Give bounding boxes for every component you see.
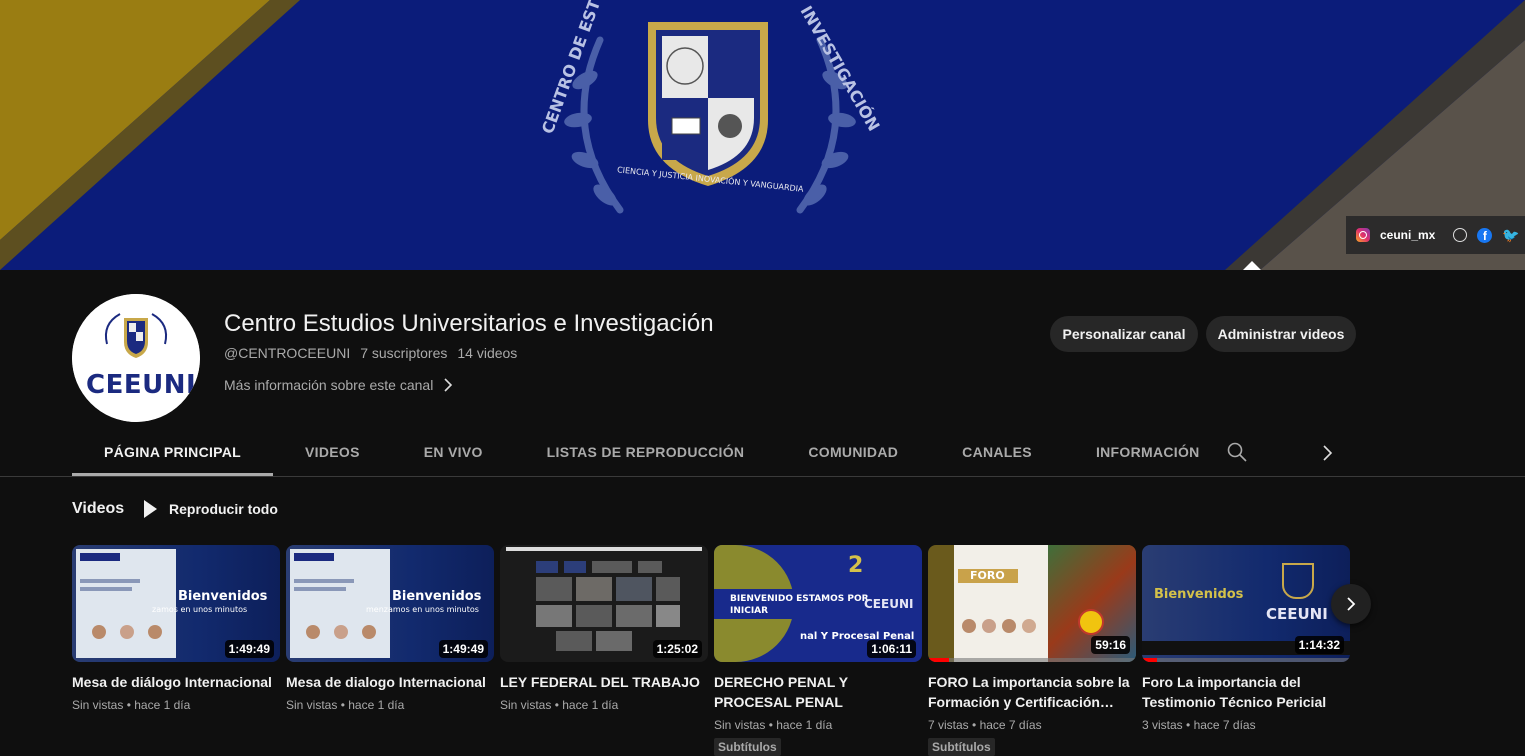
- play-all-label: Reproducir todo: [169, 501, 278, 517]
- video-title[interactable]: FORO La importancia sobre la Formación y…: [928, 672, 1136, 712]
- video-title[interactable]: Mesa de dialogo Internacional: [286, 672, 494, 692]
- thumbnail-text: BIENVENIDO ESTAMOS POR INICIAR: [730, 594, 869, 616]
- thumbnail-subtext: zamos en unos minutos: [152, 605, 248, 614]
- video-duration: 1:06:11: [867, 640, 916, 658]
- banner-art: CIENCIA Y JUSTICIA INOVACIÓN Y VANGUARDI…: [0, 0, 1525, 270]
- avatar-logo: [72, 294, 200, 422]
- video-title[interactable]: DERECHO PENAL Y PROCESAL PENAL: [714, 672, 922, 712]
- video-thumbnail[interactable]: BIENVENIDO ESTAMOS POR INICIAR nal Y Pro…: [714, 545, 922, 662]
- thumbnail-text: Bienvenidos: [392, 589, 482, 604]
- more-info-label: Más información sobre este canal: [224, 377, 434, 393]
- tab-about[interactable]: INFORMACIÓN: [1064, 430, 1232, 476]
- play-icon: [144, 500, 157, 518]
- subscriber-count: 7 suscriptores: [360, 345, 448, 361]
- video-duration: 1:49:49: [438, 640, 488, 658]
- video-age: hace 1 día: [348, 698, 405, 712]
- channel-title: Centro Estudios Universitarios e Investi…: [224, 310, 714, 337]
- video-thumbnail[interactable]: FORO 59:16: [928, 545, 1136, 662]
- video-age: hace 7 días: [1193, 718, 1256, 732]
- video-meta: Sin vistas • hace 1 día: [714, 718, 833, 732]
- video-meta: 3 vistas • hace 7 días: [1142, 718, 1256, 732]
- video-title[interactable]: LEY FEDERAL DEL TRABAJO: [500, 672, 708, 692]
- video-card[interactable]: Bienvenidos zamos en unos minutos 1:49:4…: [72, 545, 280, 712]
- channel-tabs: PÁGINA PRINCIPAL VIDEOS EN VIVO LISTAS D…: [72, 430, 1232, 476]
- video-card[interactable]: FORO 59:16 FORO La importancia sobre la …: [928, 545, 1136, 756]
- video-views: Sin vistas: [72, 698, 124, 712]
- video-meta: 7 vistas • hace 7 días: [928, 718, 1042, 732]
- play-all-button[interactable]: Reproducir todo: [144, 500, 278, 518]
- avatar-text: CEEUNI: [86, 370, 197, 400]
- tab-live[interactable]: EN VIVO: [392, 430, 515, 476]
- thumbnail-text: Bienvenidos: [178, 589, 268, 604]
- video-age: hace 1 día: [776, 718, 833, 732]
- channel-avatar[interactable]: CEEUNI: [72, 294, 200, 422]
- thumbnail-text: FORO: [970, 569, 1005, 582]
- video-title[interactable]: Mesa de diálogo Internacional: [72, 672, 280, 692]
- more-info-link[interactable]: Más información sobre este canal: [224, 377, 453, 393]
- tab-channels[interactable]: CANALES: [930, 430, 1064, 476]
- thumbnail-poster: [76, 549, 176, 658]
- channel-meta: @CENTROCEEUNI 7 suscriptores 14 videos: [224, 345, 517, 361]
- subtitles-badge: Subtítulos: [928, 738, 995, 756]
- video-card[interactable]: Bienvenidos menzamos en unos minutos 1:4…: [286, 545, 494, 712]
- video-age: hace 1 día: [134, 698, 191, 712]
- search-icon[interactable]: [1227, 442, 1247, 462]
- tabs-chevron-right-icon[interactable]: [1320, 444, 1334, 462]
- video-views: Sin vistas: [286, 698, 338, 712]
- video-age: hace 7 días: [979, 718, 1042, 732]
- video-title[interactable]: Foro La importancia del Testimonio Técni…: [1142, 672, 1350, 712]
- instagram-handle-link[interactable]: ceuni_mx: [1380, 228, 1435, 242]
- shelf-title: Videos: [72, 500, 125, 517]
- video-duration: 1:25:02: [652, 640, 702, 658]
- video-duration: 59:16: [1091, 636, 1130, 654]
- video-meta: Sin vistas • hace 1 día: [286, 698, 405, 712]
- shelf-next-button[interactable]: [1331, 584, 1371, 624]
- globe-icon[interactable]: [1453, 228, 1468, 242]
- video-thumbnail[interactable]: Bienvenidos CEEUNI 1:14:32: [1142, 545, 1350, 662]
- watch-progress-bar: [1142, 658, 1350, 662]
- video-views: Sin vistas: [714, 718, 766, 732]
- watch-progress-bar: [928, 658, 1136, 662]
- video-duration: 1:49:49: [224, 640, 274, 658]
- video-card[interactable]: 1:25:02 LEY FEDERAL DEL TRABAJO Sin vist…: [500, 545, 708, 712]
- chevron-right-icon: [1347, 597, 1356, 611]
- video-duration: 1:14:32: [1294, 636, 1344, 654]
- video-thumbnail[interactable]: Bienvenidos zamos en unos minutos 1:49:4…: [72, 545, 280, 662]
- video-views: Sin vistas: [500, 698, 552, 712]
- video-views: 3 vistas: [1142, 718, 1183, 732]
- thumbnail-text: Bienvenidos: [1154, 587, 1244, 602]
- video-meta: Sin vistas • hace 1 día: [500, 698, 619, 712]
- facebook-icon[interactable]: f: [1477, 227, 1493, 243]
- instagram-icon[interactable]: [1356, 228, 1370, 242]
- video-card[interactable]: Bienvenidos CEEUNI 1:14:32 Foro La impor…: [1142, 545, 1350, 732]
- channel-handle: @CENTROCEEUNI: [224, 345, 351, 361]
- video-thumbnail[interactable]: 1:25:02: [500, 545, 708, 662]
- social-links: ceuni_mx f 🐦: [1346, 216, 1525, 254]
- tab-videos[interactable]: VIDEOS: [273, 430, 392, 476]
- subtitles-badge: Subtítulos: [714, 738, 781, 756]
- video-count: 14 videos: [457, 345, 518, 361]
- thumbnail-poster: [290, 549, 390, 658]
- tab-home[interactable]: PÁGINA PRINCIPAL: [72, 430, 274, 476]
- tab-playlists[interactable]: LISTAS DE REPRODUCCIÓN: [515, 430, 777, 476]
- tab-community[interactable]: COMUNIDAD: [776, 430, 930, 476]
- video-meta: Sin vistas • hace 1 día: [72, 698, 191, 712]
- customize-channel-button[interactable]: Personalizar canal: [1050, 316, 1198, 352]
- tabs-divider: [0, 476, 1525, 477]
- channel-banner: CIENCIA Y JUSTICIA INOVACIÓN Y VANGUARDI…: [0, 0, 1525, 270]
- thumbnail-subtext: menzamos en unos minutos: [366, 605, 479, 614]
- thumbnail-logo: CEEUNI: [864, 597, 914, 611]
- video-card[interactable]: BIENVENIDO ESTAMOS POR INICIAR nal Y Pro…: [714, 545, 922, 756]
- video-views: 7 vistas: [928, 718, 969, 732]
- twitter-icon[interactable]: 🐦: [1502, 227, 1519, 244]
- manage-videos-button[interactable]: Administrar videos: [1206, 316, 1356, 352]
- video-age: hace 1 día: [562, 698, 619, 712]
- chevron-right-icon: [444, 378, 453, 392]
- thumbnail-logo: CEEUNI: [1266, 605, 1328, 623]
- video-thumbnail[interactable]: Bienvenidos menzamos en unos minutos 1:4…: [286, 545, 494, 662]
